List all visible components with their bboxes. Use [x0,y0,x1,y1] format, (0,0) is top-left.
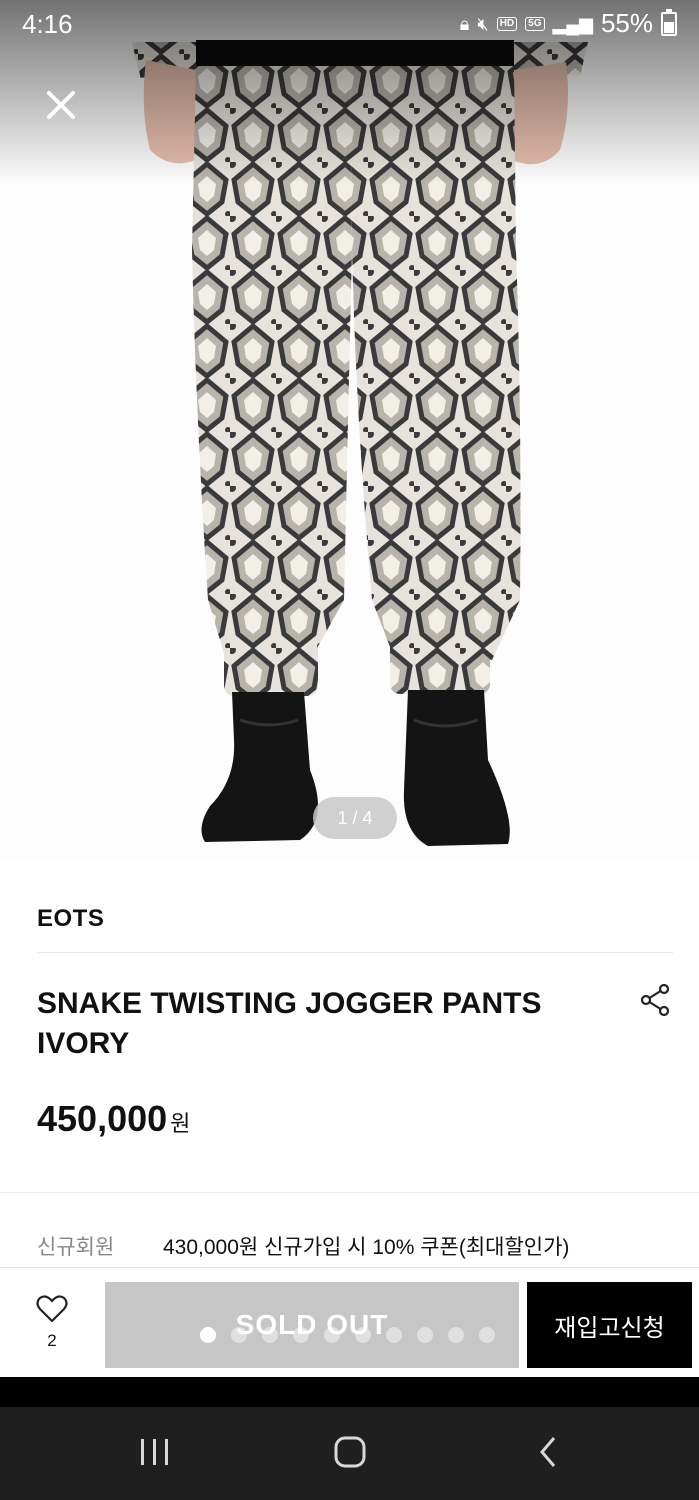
restock-request-button[interactable]: 재입고신청 [527,1282,692,1368]
product-title-line1: SNAKE TWISTING JOGGER PANTS [37,987,542,1020]
carousel-dot[interactable] [200,1327,216,1343]
carousel-dot[interactable] [231,1327,247,1343]
product-image-gallery[interactable]: 1 / 4 [0,0,699,860]
brand-name[interactable]: EOTS [37,905,104,933]
close-icon[interactable] [38,82,84,128]
product-photo [0,0,699,860]
mute-icon: 🔇︎ [477,13,489,34]
wishlist-count: 2 [47,1331,57,1350]
carousel-dot[interactable] [355,1327,371,1343]
signal-icon: ▂▄▆ [552,13,593,34]
lock-icon: 🔒︎ [459,13,470,34]
carousel-dot[interactable] [479,1327,495,1343]
carousel-dot[interactable] [293,1327,309,1343]
price-amount: 450,000 [37,1098,168,1139]
carousel-dot[interactable] [417,1327,433,1343]
status-time: 4:16 [22,9,73,39]
home-icon[interactable] [320,1431,380,1475]
wishlist-button[interactable]: 2 [22,1285,82,1365]
divider [0,1192,699,1193]
product-price: 450,000 원 [37,1098,190,1140]
hd-voice-icon: HD [496,16,518,31]
back-icon[interactable] [518,1431,578,1475]
status-bar: 4:16 🔒︎ 🔇︎ HD 5G ▂▄▆ 55% [0,0,699,50]
battery-icon [661,8,677,36]
system-nav-bar [0,1407,699,1500]
5g-icon: 5G [525,16,545,31]
divider-strip [0,1377,699,1407]
carousel-dots [200,1327,495,1343]
carousel-dot[interactable] [448,1327,464,1343]
sold-out-button[interactable]: SOLD OUT [105,1282,519,1368]
divider [37,952,673,953]
carousel-dot[interactable] [262,1327,278,1343]
product-title-line2: IVORY [37,1027,130,1060]
price-currency: 원 [170,1111,191,1136]
heart-icon [36,1295,68,1323]
carousel-dot[interactable] [386,1327,402,1343]
share-icon[interactable] [638,982,674,1018]
benefit-label: 신규회원 [37,1236,115,1259]
benefit-text: 430,000원 신규가입 시 10% 쿠폰(최대할인가) [163,1236,570,1259]
product-title: SNAKE TWISTING JOGGER PANTS IVORY [37,984,597,1064]
image-pager: 1 / 4 [313,797,397,839]
recent-apps-icon[interactable] [125,1431,185,1475]
battery-percent: 55% [600,8,653,38]
status-icons: 🔒︎ 🔇︎ HD 5G ▂▄▆ 55% [460,8,677,39]
carousel-dot[interactable] [324,1327,340,1343]
